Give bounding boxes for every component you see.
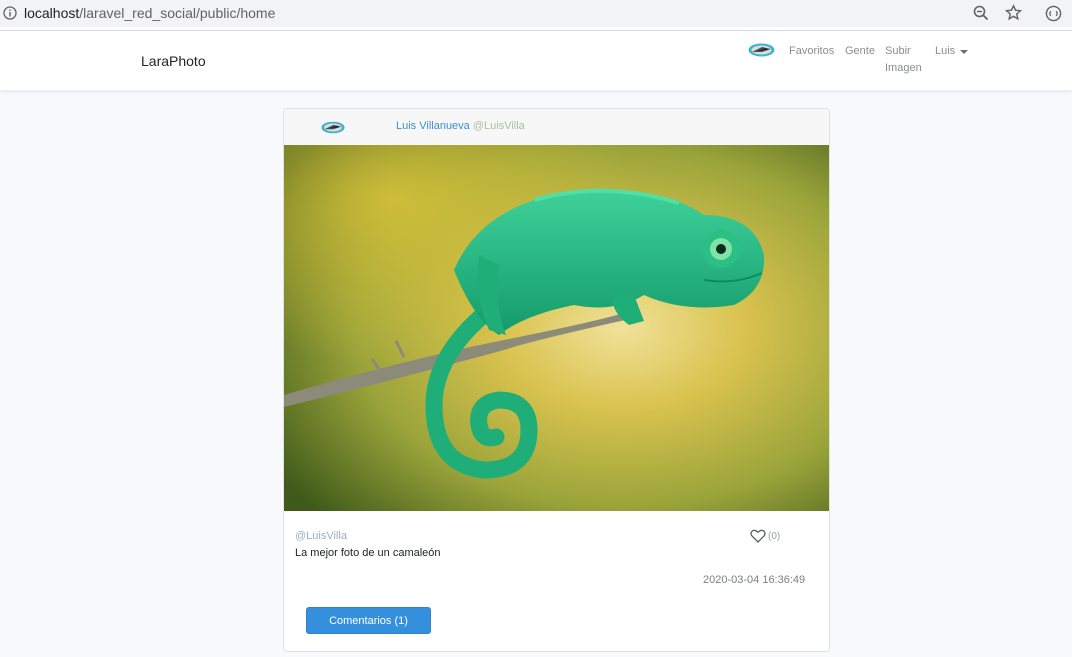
- user-dropdown[interactable]: Luis: [935, 43, 969, 60]
- author-avatar[interactable]: [321, 121, 345, 134]
- comments-button[interactable]: Comentarios (1): [306, 607, 431, 634]
- user-avatar[interactable]: [748, 43, 775, 57]
- info-icon[interactable]: [3, 6, 17, 20]
- like-count: (0): [768, 530, 781, 542]
- nav-gente[interactable]: Gente: [845, 43, 875, 60]
- nav-favoritos[interactable]: Favoritos: [789, 43, 834, 60]
- post-photo[interactable]: [284, 145, 829, 511]
- author-name[interactable]: Luis Villanueva: [396, 120, 470, 132]
- brand-logo[interactable]: LaraPhoto: [141, 53, 206, 69]
- heart-icon[interactable]: [750, 529, 766, 543]
- post-date: 2020-03-04 16:36:49: [703, 574, 806, 586]
- author-nick: @LuisVilla: [472, 120, 525, 132]
- caption-nick: @LuisVilla: [295, 530, 347, 542]
- zoom-icon[interactable]: [973, 5, 989, 21]
- browser-address-bar: localhost/laravel_red_social/public/home: [0, 0, 1072, 27]
- post-description: La mejor foto de un camaleón: [295, 547, 441, 559]
- post-header: Luis Villanueva @LuisVilla: [284, 109, 829, 146]
- post-author[interactable]: Luis Villanueva @LuisVilla: [396, 120, 525, 132]
- extension-icon[interactable]: [1045, 5, 1062, 22]
- like-control[interactable]: (0): [750, 529, 780, 543]
- url-host: localhost: [24, 5, 80, 21]
- nav-subir-imagen[interactable]: Subir Imagen: [885, 43, 929, 77]
- post-card: Luis Villanueva @LuisVilla @LuisVilla La…: [283, 108, 830, 652]
- caret-down-icon: [960, 49, 969, 54]
- bookmark-star-icon[interactable]: [1005, 4, 1022, 21]
- url-text[interactable]: localhost/laravel_red_social/public/home: [24, 5, 275, 21]
- site-navbar: LaraPhoto Favoritos Gente Subir Imagen L…: [0, 31, 1072, 91]
- url-path: /laravel_red_social/public/home: [79, 5, 276, 21]
- user-name: Luis: [935, 45, 956, 57]
